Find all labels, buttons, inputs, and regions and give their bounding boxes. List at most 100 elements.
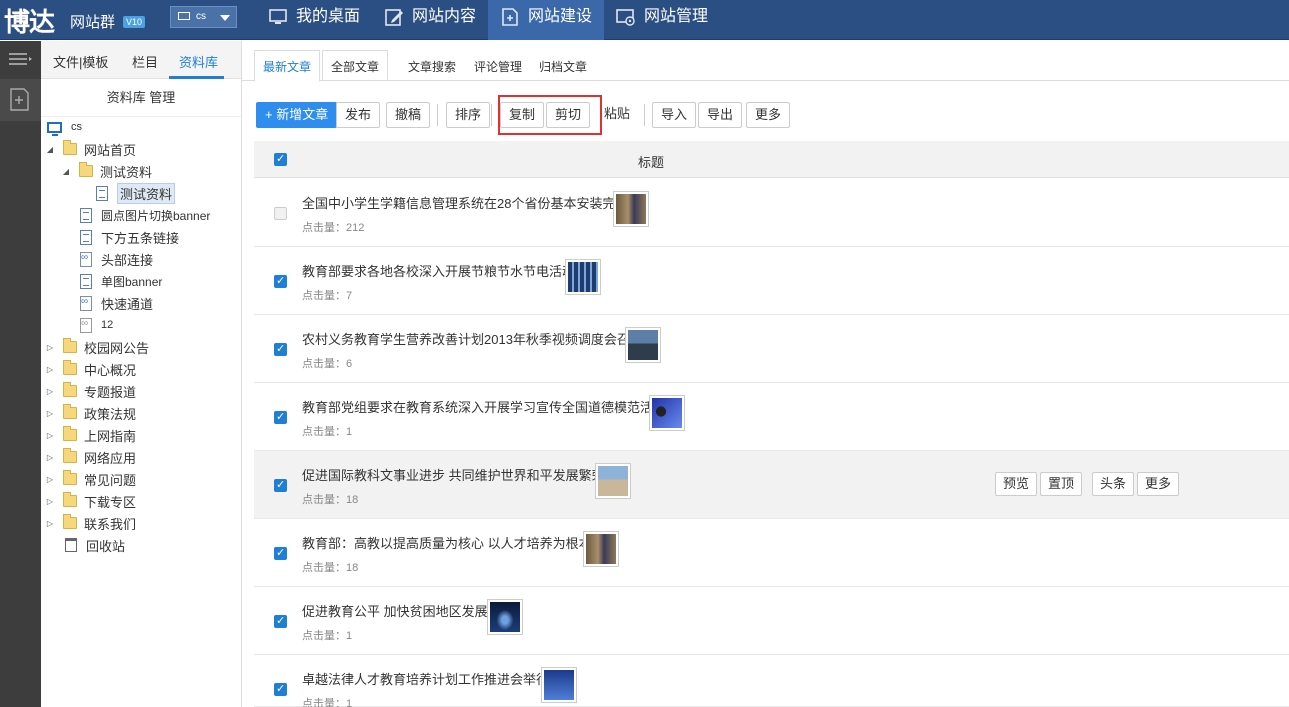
nav-site-build[interactable]: 网站建设 xyxy=(488,0,605,40)
row-checkbox[interactable] xyxy=(274,207,287,220)
tab-files-templates[interactable]: 文件|模板 xyxy=(53,52,108,71)
expand-icon[interactable]: ▷ xyxy=(44,431,56,440)
table-row[interactable]: 卓越法律人才教育培养计划工作推进会举行 点击量：1 xyxy=(254,655,1289,707)
article-title[interactable]: 教育部要求各地各校深入开展节粮节水节电活动 xyxy=(302,261,575,280)
tree-node-recycle-bin[interactable]: 回收站 xyxy=(65,535,125,555)
article-title[interactable]: 教育部党组要求在教育系统深入开展学习宣传全国道德模范活动 xyxy=(302,397,666,416)
toolbar-divider xyxy=(437,104,438,126)
article-thumbnail[interactable] xyxy=(487,599,523,635)
tree-node-campus-notice[interactable]: ▷ 校园网公告 xyxy=(44,337,149,357)
logo: 博达 xyxy=(4,8,55,38)
row-checkbox[interactable] xyxy=(274,478,287,492)
row-checkbox[interactable] xyxy=(274,410,287,424)
tab-columns[interactable]: 栏目 xyxy=(132,52,158,71)
table-row[interactable]: 促进教育公平 加快贫困地区发展 点击量：1 xyxy=(254,587,1289,655)
tree-node-contact[interactable]: ▷ 联系我们 xyxy=(44,513,136,533)
tree-node-banner-dots[interactable]: 圆点图片切换banner xyxy=(80,205,210,225)
tab-all-articles[interactable]: 全部文章 xyxy=(331,58,379,75)
collapse-icon[interactable]: ◢ xyxy=(60,167,72,176)
tree-node-label: 网络应用 xyxy=(84,450,137,466)
more-button[interactable]: 更多 xyxy=(746,102,791,128)
tree-node-network-apps[interactable]: ▷ 网络应用 xyxy=(44,447,136,467)
tab-archived-articles[interactable]: 归档文章 xyxy=(539,58,587,75)
table-row[interactable]: 促进国际教科文事业进步 共同维护世界和平发展繁荣 点击量：18 预览 置顶 头条… xyxy=(254,451,1289,519)
tree-node-quick-access[interactable]: 快速通道 xyxy=(80,293,153,313)
article-thumbnail[interactable] xyxy=(541,667,577,703)
article-thumbnail[interactable] xyxy=(565,259,601,295)
row-more-button[interactable]: 更多 xyxy=(1137,472,1180,496)
article-title[interactable]: 卓越法律人才教育培养计划工作推进会举行 xyxy=(302,669,549,688)
preview-button[interactable]: 预览 xyxy=(995,472,1038,496)
row-checkbox[interactable] xyxy=(274,546,287,560)
tree-node-label: 单图banner xyxy=(101,274,163,289)
table-row[interactable]: 教育部：高教以提高质量为核心 以人才培养为根本 点击量：18 xyxy=(254,519,1289,587)
expand-icon[interactable]: ▷ xyxy=(44,497,56,506)
article-thumbnail[interactable] xyxy=(649,395,685,431)
select-all-checkbox[interactable] xyxy=(274,152,287,166)
tree-node-test-folder[interactable]: ◢ 测试资料 xyxy=(60,161,152,181)
expand-icon[interactable]: ▷ xyxy=(44,343,56,352)
tree-node-policies[interactable]: ▷ 政策法规 xyxy=(44,403,136,423)
tree-node-12[interactable]: 12 xyxy=(80,315,113,335)
menu-toggle[interactable] xyxy=(0,41,41,79)
expand-icon[interactable]: ▷ xyxy=(44,453,56,462)
withdraw-button[interactable]: 撤稿 xyxy=(386,102,431,128)
nav-site-content[interactable]: 网站内容 xyxy=(372,0,488,40)
tab-latest-articles[interactable]: 最新文章 xyxy=(263,58,311,75)
expand-icon[interactable]: ▷ xyxy=(44,365,56,374)
tree-node-header-links[interactable]: 头部连接 xyxy=(80,249,153,269)
article-thumbnail[interactable] xyxy=(583,531,619,567)
tree-node-home[interactable]: ◢ 网站首页 xyxy=(44,139,136,159)
add-page-shortcut[interactable] xyxy=(0,79,41,121)
tree-node-center-overview[interactable]: ▷ 中心概况 xyxy=(44,359,136,379)
tree-node-five-links[interactable]: 下方五条链接 xyxy=(80,227,179,247)
table-row[interactable]: 教育部党组要求在教育系统深入开展学习宣传全国道德模范活动 点击量：1 xyxy=(254,383,1289,451)
tree-node-single-banner[interactable]: 单图banner xyxy=(80,271,162,291)
row-checkbox[interactable] xyxy=(274,342,287,356)
table-row[interactable]: 全国中小学生学籍信息管理系统在28个省份基本安装完毕 点击量：212 xyxy=(254,179,1289,247)
paste-button[interactable]: 粘贴 xyxy=(596,102,638,128)
folder-icon xyxy=(63,426,77,441)
article-clicks: 点击量：212 xyxy=(302,222,365,234)
expand-icon[interactable]: ▷ xyxy=(44,387,56,396)
article-title[interactable]: 农村义务教育学生营养改善计划2013年秋季视频调度会召开 xyxy=(302,329,643,348)
nav-my-desktop[interactable]: 我的桌面 xyxy=(256,0,372,40)
tree-node-downloads[interactable]: ▷ 下载专区 xyxy=(44,491,136,511)
import-button[interactable]: 导入 xyxy=(652,102,697,128)
table-row[interactable]: 农村义务教育学生营养改善计划2013年秋季视频调度会召开 点击量：6 xyxy=(254,315,1289,383)
tree-node-special-reports[interactable]: ▷ 专题报道 xyxy=(44,381,136,401)
site-selector[interactable]: cs xyxy=(170,6,237,28)
pin-top-button[interactable]: 置顶 xyxy=(1040,472,1083,496)
tab-comment-management[interactable]: 评论管理 xyxy=(474,58,522,75)
row-checkbox[interactable] xyxy=(274,682,287,696)
tree-node-label: 快速通道 xyxy=(101,296,154,312)
article-title[interactable]: 促进国际教科文事业进步 共同维护世界和平发展繁荣 xyxy=(302,465,605,484)
article-title[interactable]: 教育部：高教以提高质量为核心 以人才培养为根本 xyxy=(302,533,592,552)
new-article-button[interactable]: + 新增文章 xyxy=(256,102,338,128)
tree-node-root[interactable]: cs xyxy=(47,117,82,137)
row-checkbox[interactable] xyxy=(274,274,287,288)
expand-icon[interactable]: ▷ xyxy=(44,409,56,418)
article-clicks: 点击量：1 xyxy=(302,698,353,707)
headline-button[interactable]: 头条 xyxy=(1092,472,1135,496)
article-title[interactable]: 促进教育公平 加快贫困地区发展 xyxy=(302,601,488,620)
export-button[interactable]: 导出 xyxy=(698,102,743,128)
tree-node-test-doc[interactable]: 测试资料 xyxy=(96,182,176,204)
tab-article-search[interactable]: 文章搜索 xyxy=(408,58,456,75)
sort-button[interactable]: 排序 xyxy=(446,102,491,128)
article-thumbnail[interactable] xyxy=(613,191,649,227)
row-checkbox[interactable] xyxy=(274,614,287,628)
tab-library[interactable]: 资料库 xyxy=(179,52,218,71)
collapse-icon[interactable]: ◢ xyxy=(44,145,56,154)
publish-button[interactable]: 发布 xyxy=(336,102,381,128)
table-row[interactable]: 教育部要求各地各校深入开展节粮节水节电活动 点击量：7 xyxy=(254,247,1289,315)
article-thumbnail[interactable] xyxy=(595,463,631,499)
article-title[interactable]: 全国中小学生学籍信息管理系统在28个省份基本安装完毕 xyxy=(302,193,628,212)
tree-node-faq[interactable]: ▷ 常见问题 xyxy=(44,469,136,489)
tree-node-label: 中心概况 xyxy=(84,362,137,378)
expand-icon[interactable]: ▷ xyxy=(44,519,56,528)
tree-node-internet-guide[interactable]: ▷ 上网指南 xyxy=(44,425,136,445)
expand-icon[interactable]: ▷ xyxy=(44,475,56,484)
article-thumbnail[interactable] xyxy=(625,327,661,363)
nav-site-management[interactable]: 网站管理 xyxy=(604,0,720,40)
